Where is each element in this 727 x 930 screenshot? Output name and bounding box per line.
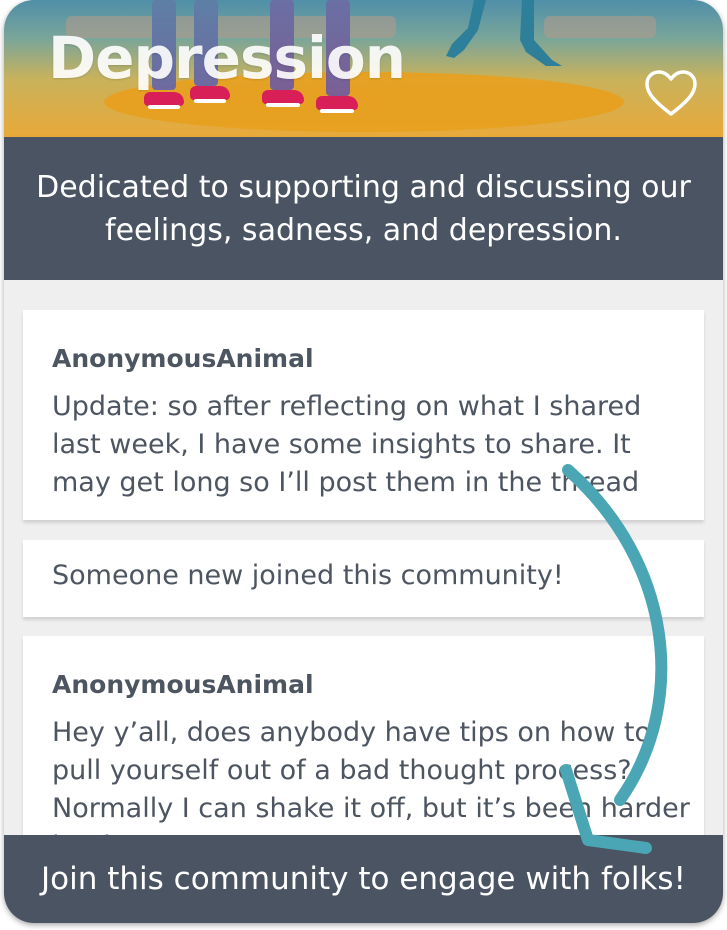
community-description: Dedicated to supporting and discussing o… xyxy=(4,137,723,280)
post-author: AnonymousAnimal xyxy=(52,344,314,373)
post-body: Update: so after reflecting on what I sh… xyxy=(52,391,642,498)
post-author: AnonymousAnimal xyxy=(52,670,314,699)
banner-illustration-shoe xyxy=(144,92,184,109)
banner-illustration-shoe xyxy=(316,96,358,113)
post-body: Hey y’all, does anybody have tips on how… xyxy=(52,717,690,835)
community-title: Depression xyxy=(48,24,406,92)
post-card[interactable]: AnonymousAnimal Update: so after reflect… xyxy=(23,310,704,520)
community-description-text: Dedicated to supporting and discussing o… xyxy=(36,169,691,248)
join-notice-card: Someone new joined this community! xyxy=(23,540,704,617)
join-community-button[interactable]: Join this community to engage with folks… xyxy=(4,835,723,923)
heart-outline-icon xyxy=(645,70,697,116)
banner-illustration-boots xyxy=(446,0,562,66)
favorite-button[interactable] xyxy=(644,68,698,120)
community-feed[interactable]: AnonymousAnimal Update: so after reflect… xyxy=(4,280,723,835)
join-community-label: Join this community to engage with folks… xyxy=(41,861,686,897)
post-card[interactable]: AnonymousAnimal Hey y’all, does anybody … xyxy=(23,636,704,835)
community-screen: Depression Dedicated to supporting and d… xyxy=(4,0,723,923)
join-notice-text: Someone new joined this community! xyxy=(52,560,564,591)
banner-illustration-shoe xyxy=(262,90,304,107)
community-banner: Depression xyxy=(4,0,723,137)
